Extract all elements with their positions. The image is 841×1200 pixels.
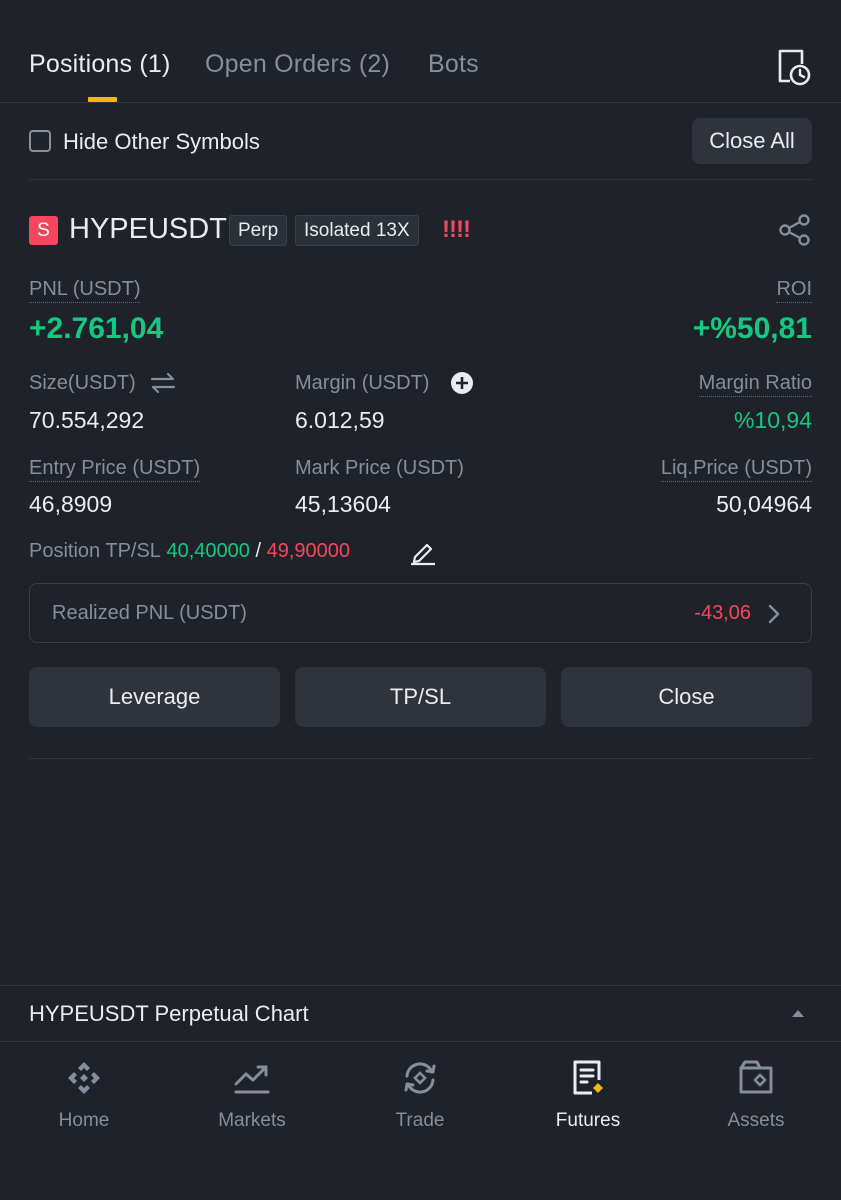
close-position-button[interactable]: Close bbox=[561, 667, 812, 727]
nav-trade-label: Trade bbox=[395, 1110, 445, 1131]
size-value: 70.554,292 bbox=[29, 407, 145, 433]
tab-bots[interactable]: Bots bbox=[428, 50, 479, 79]
hide-other-symbols-checkbox[interactable] bbox=[29, 130, 51, 152]
roi-label[interactable]: ROI bbox=[776, 278, 812, 303]
leverage-button[interactable]: Leverage bbox=[29, 667, 280, 727]
pnl-value: +2.761,04 bbox=[29, 312, 164, 345]
assets-icon bbox=[739, 1060, 773, 1094]
entry-price-label[interactable]: Entry Price (USDT) bbox=[29, 457, 201, 482]
perpetual-chart-toggle[interactable]: HYPEUSDT Perpetual Chart bbox=[0, 985, 841, 1042]
nav-home[interactable]: Home bbox=[0, 1042, 168, 1200]
document-clock-icon bbox=[778, 49, 811, 86]
position-header: S HYPEUSDT Perp Isolated 13X !!!! bbox=[29, 212, 812, 248]
contract-type-tag: Perp bbox=[229, 215, 288, 246]
active-tab-indicator bbox=[88, 97, 117, 102]
hide-other-symbols-label[interactable]: Hide Other Symbols bbox=[63, 129, 260, 155]
nav-assets-label: Assets bbox=[727, 1110, 785, 1131]
tpsl-button[interactable]: TP/SL bbox=[295, 667, 546, 727]
tab-positions[interactable]: Positions (1) bbox=[29, 50, 171, 79]
bottom-navigation: Home Markets Trade Futures Assets bbox=[0, 1042, 841, 1200]
risk-warning-indicator: !!!! bbox=[442, 216, 471, 243]
divider bbox=[29, 758, 812, 759]
share-button[interactable] bbox=[778, 213, 812, 247]
trade-icon bbox=[404, 1062, 436, 1094]
margin-value: 6.012,59 bbox=[295, 407, 385, 433]
chevron-right-icon bbox=[768, 604, 780, 624]
nav-assets[interactable]: Assets bbox=[672, 1042, 840, 1200]
mark-price-value: 45,13604 bbox=[295, 491, 391, 517]
tab-open-orders[interactable]: Open Orders (2) bbox=[205, 50, 390, 79]
divider bbox=[29, 179, 812, 180]
pnl-label[interactable]: PNL (USDT) bbox=[29, 278, 141, 303]
stop-loss-value: 49,90000 bbox=[266, 540, 351, 563]
close-all-button[interactable]: Close All bbox=[692, 118, 812, 164]
roi-value: +%50,81 bbox=[692, 312, 812, 345]
position-tpsl-row: Position TP/SL 40,40000 / 49,90000 bbox=[29, 540, 350, 563]
edit-tpsl-button[interactable] bbox=[409, 538, 437, 566]
realized-pnl-label: Realized PNL (USDT) bbox=[52, 602, 247, 624]
tpsl-label: Position TP/SL bbox=[29, 540, 161, 563]
chart-title: HYPEUSDT Perpetual Chart bbox=[29, 1001, 309, 1026]
nav-futures[interactable]: Futures bbox=[504, 1042, 672, 1200]
swap-unit-icon[interactable] bbox=[150, 372, 176, 394]
positions-tab-bar: Positions (1) Open Orders (2) Bots bbox=[0, 0, 841, 103]
mark-price-label: Mark Price (USDT) bbox=[295, 457, 464, 479]
futures-icon bbox=[573, 1060, 603, 1095]
markets-icon bbox=[234, 1065, 270, 1094]
margin-ratio-value: %10,94 bbox=[733, 407, 812, 433]
margin-mode-tag[interactable]: Isolated 13X bbox=[295, 215, 419, 246]
margin-label: Margin (USDT) bbox=[295, 372, 430, 394]
short-side-badge: S bbox=[29, 216, 58, 245]
nav-home-label: Home bbox=[58, 1110, 110, 1131]
size-label: Size(USDT) bbox=[29, 372, 136, 394]
share-icon bbox=[779, 214, 810, 246]
caret-up-icon bbox=[792, 1010, 804, 1017]
realized-pnl-value: -43,06 bbox=[694, 602, 751, 624]
nav-markets[interactable]: Markets bbox=[168, 1042, 336, 1200]
home-icon bbox=[68, 1062, 100, 1094]
pencil-icon bbox=[411, 543, 435, 566]
liq-price-value: 50,04964 bbox=[716, 491, 812, 517]
margin-ratio-label[interactable]: Margin Ratio bbox=[698, 372, 812, 397]
filter-row: Hide Other Symbols Close All bbox=[29, 118, 812, 164]
nav-trade[interactable]: Trade bbox=[336, 1042, 504, 1200]
position-symbol[interactable]: HYPEUSDT bbox=[69, 213, 227, 246]
liq-price-label[interactable]: Liq.Price (USDT) bbox=[660, 457, 812, 482]
nav-futures-label: Futures bbox=[555, 1110, 621, 1131]
tpsl-separator: / bbox=[255, 540, 262, 563]
take-profit-value: 40,40000 bbox=[166, 540, 250, 563]
add-margin-icon[interactable] bbox=[450, 371, 474, 395]
order-history-button[interactable] bbox=[776, 48, 812, 86]
entry-price-value: 46,8909 bbox=[29, 491, 113, 517]
nav-markets-label: Markets bbox=[218, 1110, 286, 1131]
realized-pnl-row[interactable]: Realized PNL (USDT) -43,06 bbox=[29, 583, 812, 643]
